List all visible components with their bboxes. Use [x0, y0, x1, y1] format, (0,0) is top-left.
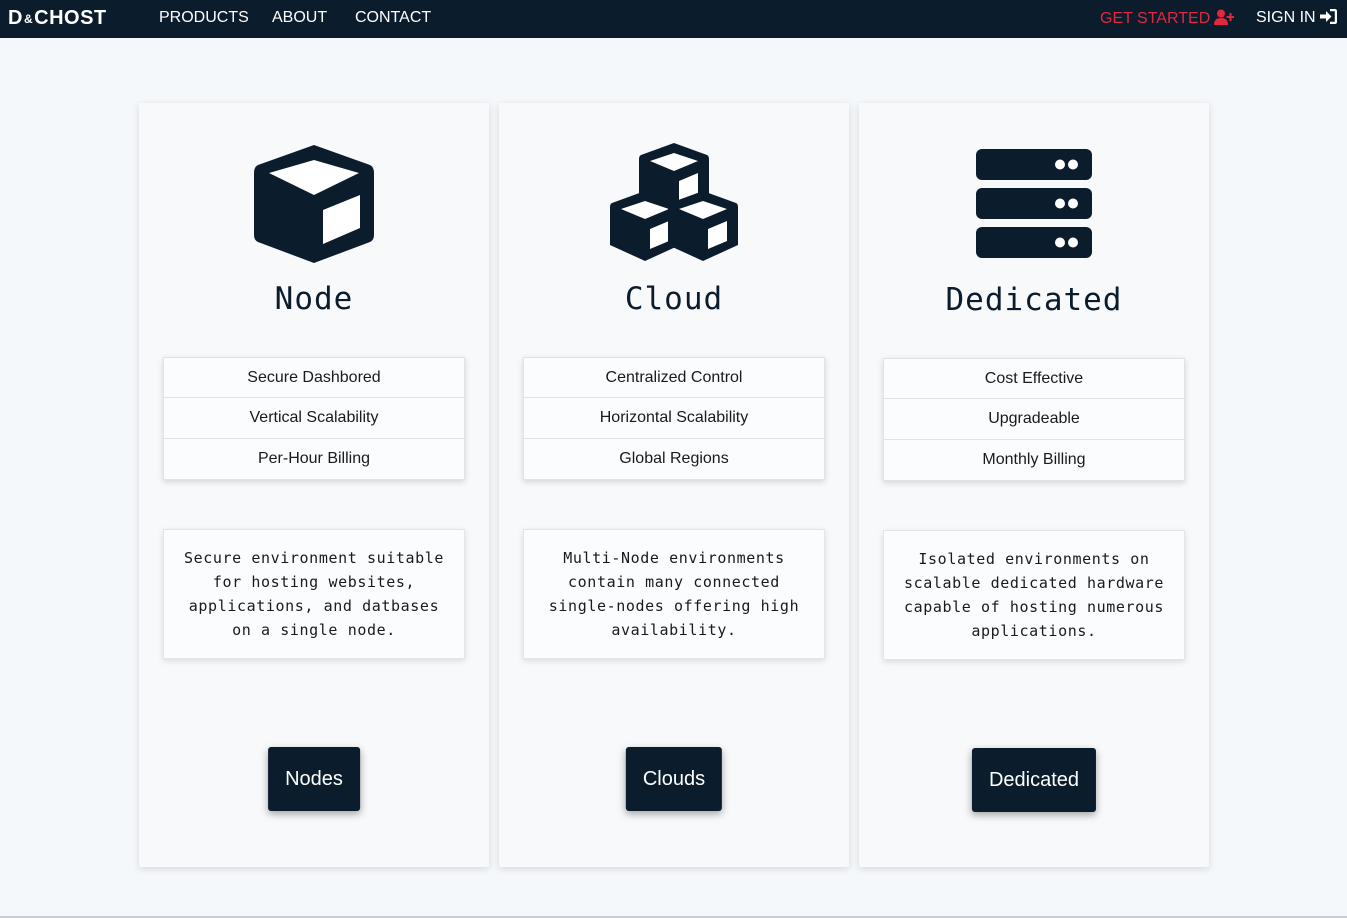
feature-list: Centralized Control Horizontal Scalabili… — [523, 357, 825, 480]
cube-icon — [254, 145, 374, 263]
brand-amp: & — [23, 11, 34, 26]
brand-logo[interactable]: D & CHOST — [8, 7, 107, 30]
brand-left: D — [8, 7, 23, 29]
server-icon — [976, 149, 1092, 258]
card-title: Node — [274, 281, 354, 317]
sign-in-icon — [1319, 9, 1337, 24]
card-description: Isolated environments on scalable dedica… — [883, 530, 1185, 660]
clouds-button[interactable]: Clouds — [625, 747, 723, 811]
sign-in-label: SIGN IN — [1256, 9, 1316, 26]
nav-products-link[interactable]: PRODUCTS — [159, 9, 249, 27]
dedicated-card: Dedicated Cost Effective Upgradeable Mon… — [859, 103, 1209, 867]
feature-item: Horizontal Scalability — [523, 398, 825, 439]
user-plus-icon — [1214, 9, 1235, 25]
feature-item: Vertical Scalability — [163, 398, 465, 439]
feature-item: Centralized Control — [523, 357, 825, 398]
card-title: Cloud — [624, 281, 724, 317]
node-card: Node Secure Dashbored Vertical Scalabili… — [139, 103, 489, 867]
cloud-card: Cloud Centralized Control Horizontal Sca… — [499, 103, 849, 867]
nav-contact-link[interactable]: CONTACT — [355, 9, 431, 27]
feature-list: Secure Dashbored Vertical Scalability Pe… — [163, 357, 465, 480]
feature-item: Secure Dashbored — [163, 357, 465, 398]
feature-list: Cost Effective Upgradeable Monthly Billi… — [883, 358, 1185, 481]
top-navbar: D & CHOST PRODUCTS ABOUT CONTACT GET START… — [0, 0, 1347, 38]
feature-item: Global Regions — [523, 439, 825, 480]
brand-right: CHOST — [34, 7, 107, 29]
sign-in-link[interactable]: SIGN IN — [1256, 9, 1337, 27]
feature-item: Cost Effective — [883, 358, 1185, 399]
feature-item: Per-Hour Billing — [163, 439, 465, 480]
feature-item: Upgradeable — [883, 399, 1185, 440]
card-title: Dedicated — [945, 282, 1123, 318]
card-description: Multi-Node environments contain many con… — [523, 529, 825, 659]
dedicated-button[interactable]: Dedicated — [971, 748, 1097, 812]
get-started-link[interactable]: GET STARTED — [1100, 9, 1235, 28]
cubes-icon — [610, 143, 738, 261]
card-description: Secure environment suitable for hosting … — [163, 529, 465, 659]
feature-item: Monthly Billing — [883, 440, 1185, 481]
get-started-label: GET STARTED — [1100, 10, 1211, 27]
nodes-button[interactable]: Nodes — [268, 747, 360, 811]
nav-about-link[interactable]: ABOUT — [272, 9, 327, 27]
